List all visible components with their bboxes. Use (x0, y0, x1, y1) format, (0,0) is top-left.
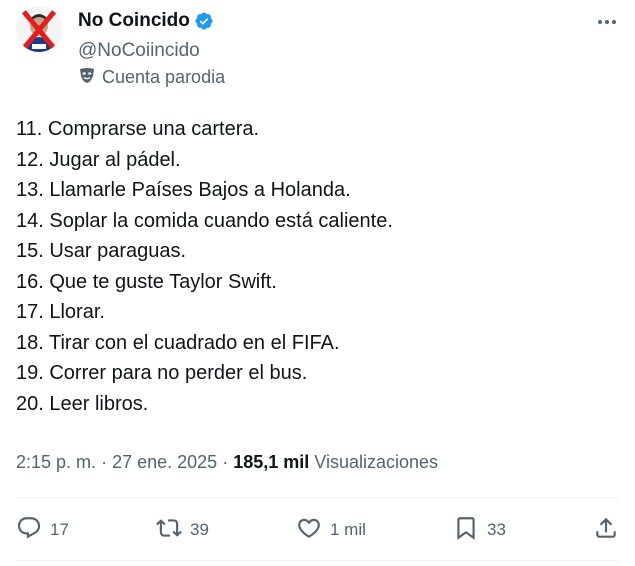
tweet-text: 11. Comprarse una cartera. 12. Jugar al … (16, 114, 619, 419)
meta-separator: · (101, 452, 108, 472)
tweet-line: 17. Llorar. (16, 301, 105, 323)
tweet-line: 13. Llamarle Países Bajos a Holanda. (16, 179, 351, 201)
views-label: Visualizaciones (314, 452, 439, 472)
like-count: 1 mil (330, 520, 366, 539)
bookmark-button[interactable]: 33 (453, 515, 506, 546)
avatar[interactable] (16, 6, 62, 52)
tweet-line: 18. Tirar con el cuadrado en el FIFA. (16, 331, 340, 354)
tweet-line: 12. Jugar al pádel. (16, 148, 181, 171)
reply-count: 17 (50, 520, 69, 539)
tweet-line: 20. Leer libros. (16, 392, 149, 415)
parody-label-text: Cuenta parodia (102, 67, 226, 87)
reply-icon (16, 515, 42, 546)
share-button[interactable] (593, 515, 619, 546)
more-options-icon[interactable] (595, 10, 619, 34)
retweet-button[interactable]: 39 (156, 515, 209, 546)
views-count: 185,1 mil (233, 452, 310, 472)
tweet-line: 11. Comprarse una cartera. (16, 118, 260, 140)
parody-label: Cuenta parodia (78, 66, 225, 89)
verified-badge-icon[interactable] (194, 11, 214, 31)
user-handle[interactable]: @NoCoiincido (78, 40, 200, 62)
reply-button[interactable]: 17 (16, 515, 69, 546)
name-row: No Coincido (78, 10, 214, 32)
parody-mask-icon (78, 66, 96, 89)
share-icon (593, 515, 619, 546)
display-name[interactable]: No Coincido (78, 10, 190, 32)
tweet-line: 19. Correr para no perder el bus. (16, 362, 308, 384)
retweet-icon (156, 515, 182, 546)
tweet-time[interactable]: 2:15 p. m. (16, 452, 96, 472)
meta-separator: · (222, 452, 229, 472)
divider (16, 497, 619, 498)
tweet-header: No Coincido @NoCoiincido Cuenta parodia (16, 6, 619, 96)
like-icon (296, 515, 322, 546)
tweet-line: 15. Usar paraguas. (16, 240, 187, 262)
tweet-date[interactable]: 27 ene. 2025 (112, 452, 217, 472)
tweet-line: 16. Que te guste Taylor Swift. (16, 270, 277, 293)
retweet-count: 39 (190, 520, 209, 539)
like-button[interactable]: 1 mil (296, 515, 366, 546)
divider (16, 560, 619, 561)
tweet-metadata: 2:15 p. m. · 27 ene. 2025 · 185,1 mil Vi… (16, 452, 438, 473)
bookmark-icon (453, 515, 479, 546)
action-bar: 17 39 1 mil 33 (16, 508, 619, 552)
bookmark-count: 33 (486, 520, 506, 539)
tweet-line: 14. Soplar la comida cuando está calient… (16, 209, 393, 232)
